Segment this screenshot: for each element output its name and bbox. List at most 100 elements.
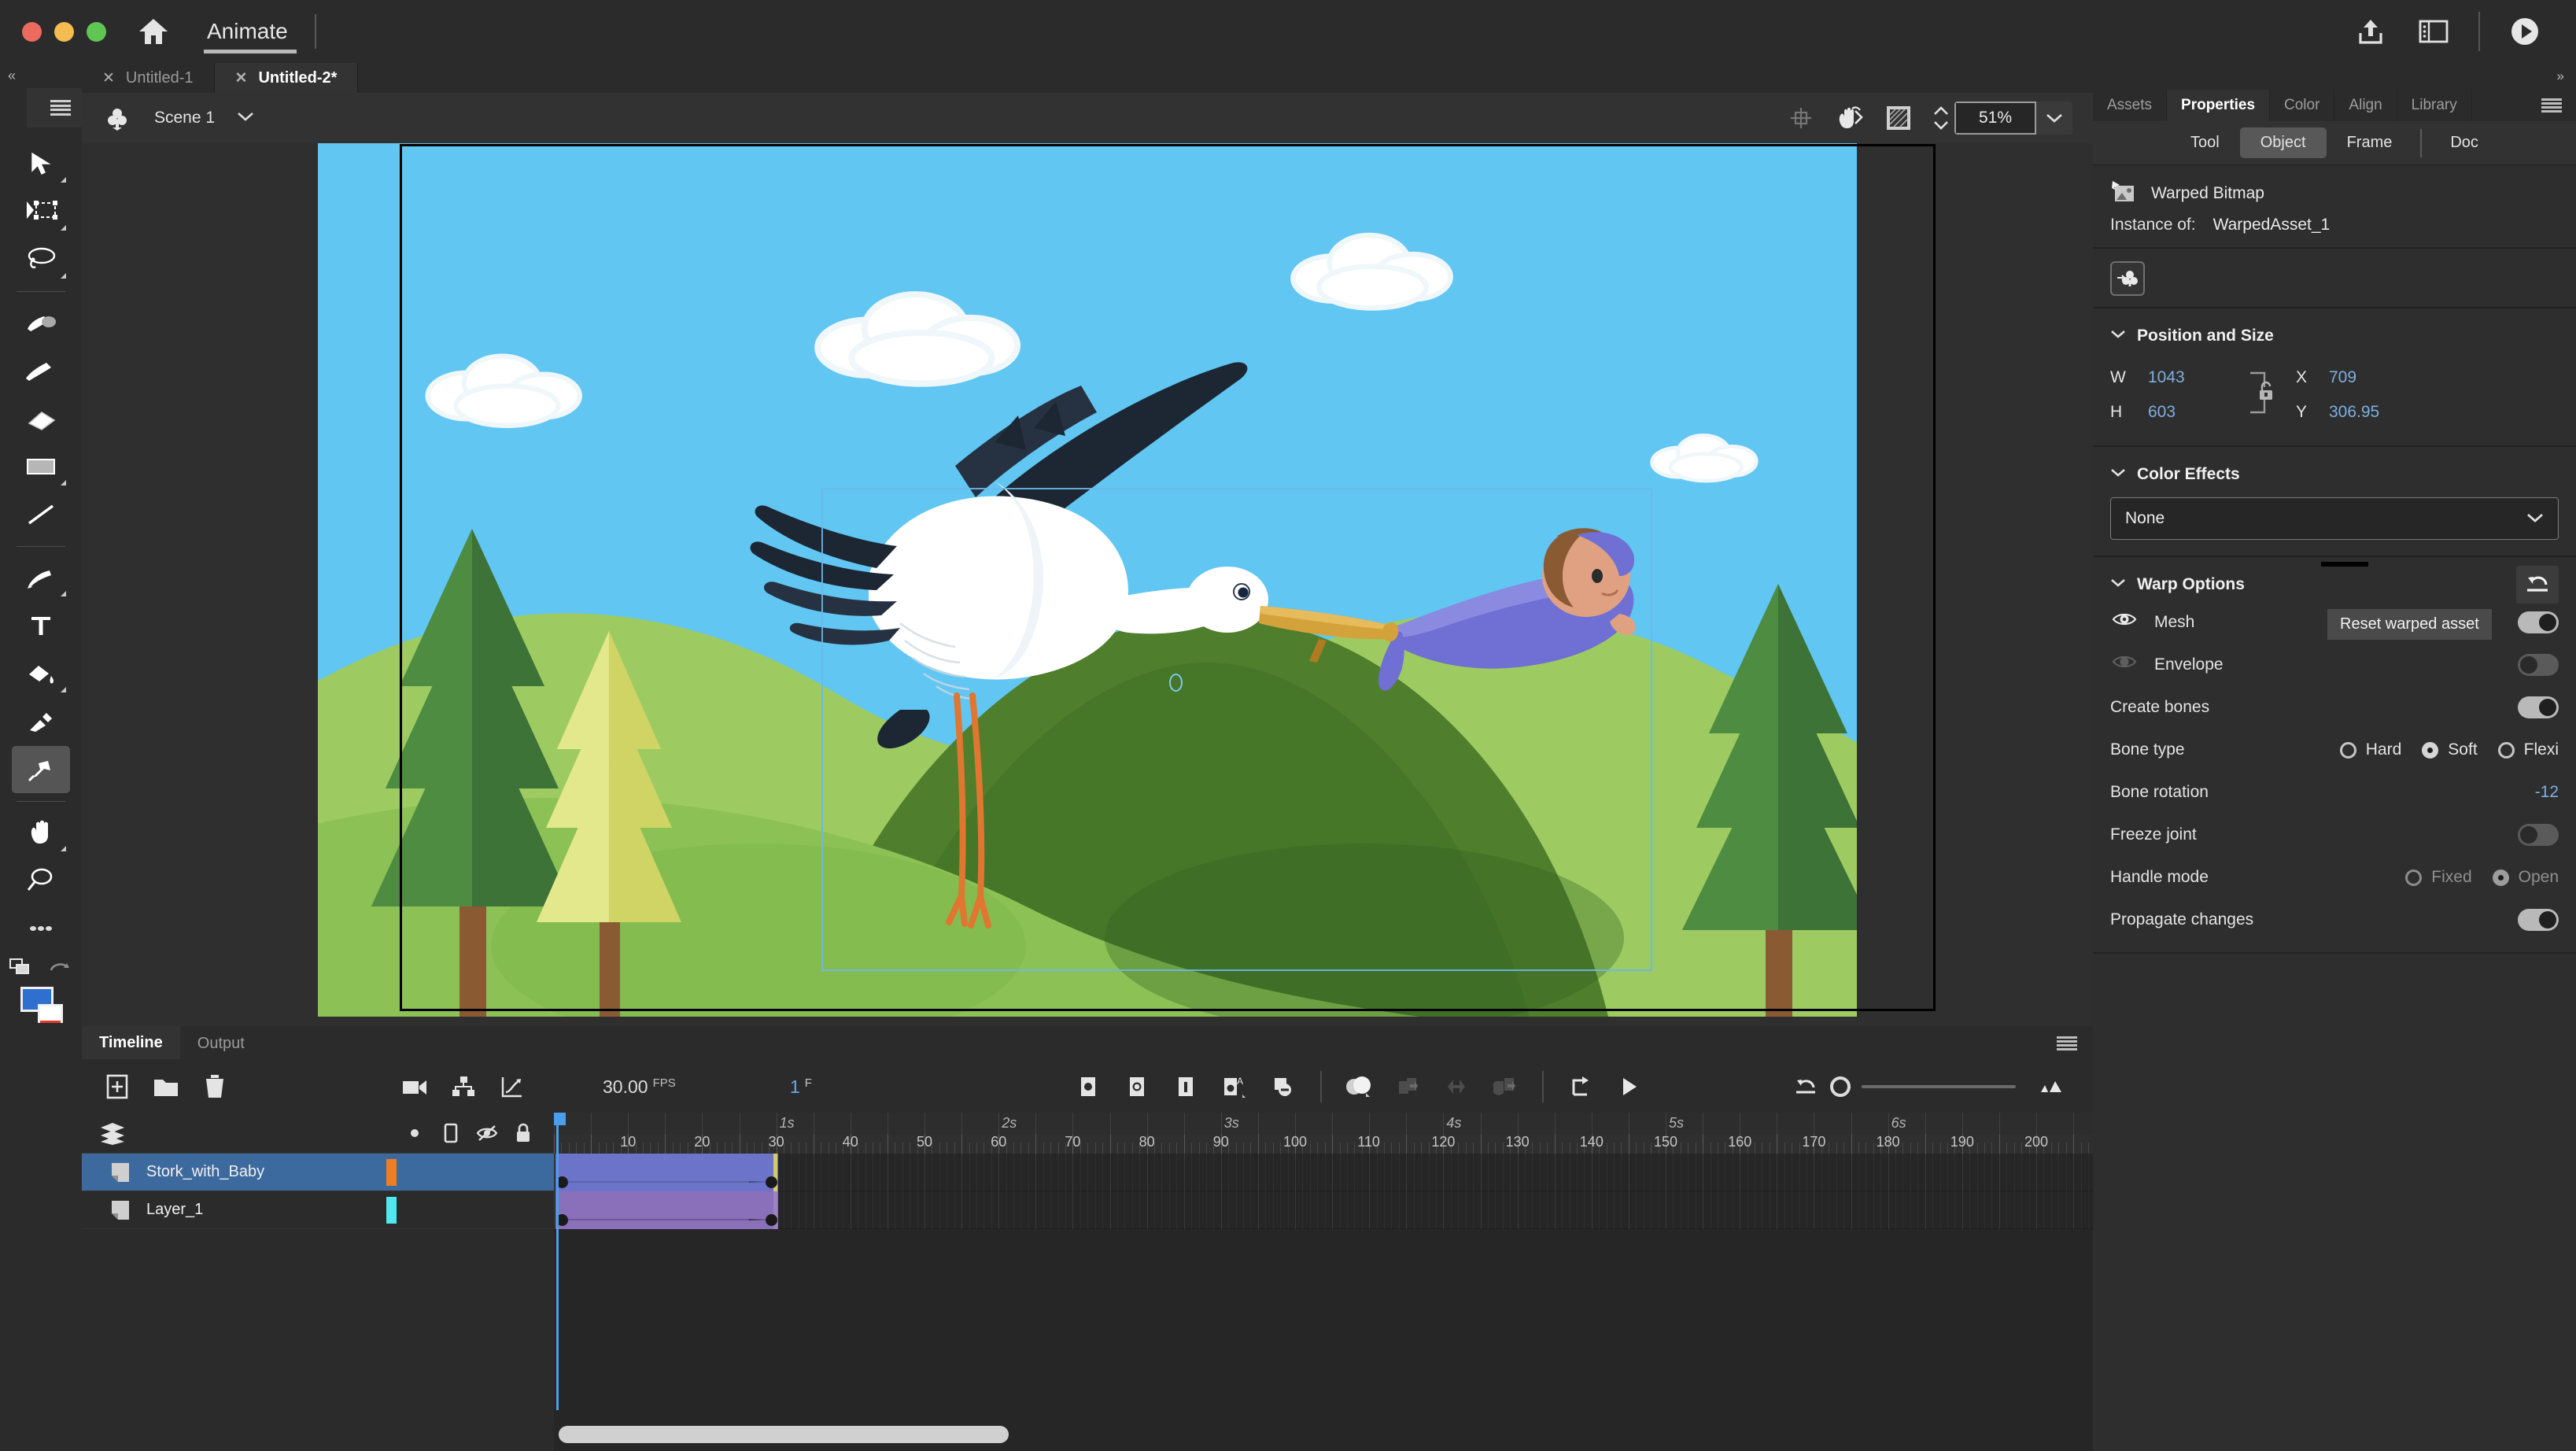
- insert-frame-icon[interactable]: [1161, 1066, 1210, 1107]
- text-tool[interactable]: [12, 602, 70, 649]
- document-tab-untitled-1[interactable]: ✕ Untitled-1: [82, 63, 215, 93]
- freeze-joint-toggle[interactable]: [2518, 824, 2559, 846]
- insert-blank-keyframe-icon[interactable]: [1113, 1066, 1161, 1107]
- envelope-toggle[interactable]: [2518, 654, 2559, 676]
- free-transform-tool[interactable]: [12, 188, 70, 235]
- layer-name[interactable]: Stork_with_Baby: [146, 1163, 264, 1181]
- height-value[interactable]: 603: [2148, 403, 2250, 422]
- tab-library[interactable]: Library: [2397, 90, 2472, 121]
- y-value[interactable]: 306.95: [2329, 403, 2379, 422]
- handle-mode-open[interactable]: Open: [2492, 868, 2559, 887]
- panel-menu-button[interactable]: [2541, 90, 2576, 121]
- radio-button[interactable]: [2339, 741, 2356, 759]
- eye-visible-icon[interactable]: [2112, 610, 2137, 635]
- eraser-tool[interactable]: [12, 395, 70, 442]
- pen-tool[interactable]: [12, 554, 70, 601]
- tab-properties[interactable]: Properties: [2167, 90, 2271, 121]
- bone-type-hard[interactable]: Hard: [2339, 740, 2401, 759]
- center-stage-icon[interactable]: [1777, 99, 1825, 137]
- subtab-object[interactable]: Object: [2239, 127, 2327, 158]
- maximize-window-button[interactable]: [87, 21, 106, 42]
- timeline-horizontal-scrollbar[interactable]: [554, 1426, 2093, 1443]
- selection-tool[interactable]: [12, 140, 70, 187]
- clip-content-icon[interactable]: [1874, 99, 1923, 137]
- position-size-header[interactable]: Position and Size: [2093, 319, 2576, 353]
- eyedropper-tool[interactable]: [12, 698, 70, 745]
- timeline-tracks[interactable]: 10 20 30 40 50 60 70 80 90 100 110 120 130 140 150 160 1…: [554, 1113, 2305, 1451]
- layer-name[interactable]: Layer_1: [146, 1201, 203, 1219]
- line-tool[interactable]: [12, 491, 70, 538]
- camera-icon[interactable]: [390, 1066, 439, 1107]
- scene-name[interactable]: Scene 1: [154, 109, 215, 127]
- radio-button[interactable]: [2422, 741, 2439, 759]
- more-tools[interactable]: [12, 905, 70, 952]
- tab-assets[interactable]: Assets: [2093, 90, 2168, 121]
- close-icon[interactable]: ✕: [102, 69, 115, 87]
- tab-color[interactable]: Color: [2270, 90, 2335, 121]
- zoom-value[interactable]: 51%: [1954, 102, 2036, 135]
- empty-frames[interactable]: [554, 1154, 2305, 1191]
- layer-color-swatch[interactable]: [386, 1196, 397, 1224]
- lock-layers-icon[interactable]: [505, 1120, 541, 1146]
- color-effects-header[interactable]: Color Effects: [2093, 458, 2576, 491]
- reset-warped-asset-button[interactable]: [2516, 566, 2559, 604]
- reset-timeline-icon[interactable]: [1781, 1066, 1830, 1107]
- subtab-tool[interactable]: Tool: [2170, 127, 2240, 158]
- current-frame-value[interactable]: 1: [790, 1076, 800, 1098]
- toggle-switch[interactable]: [2518, 909, 2559, 931]
- subtab-frame[interactable]: Frame: [2327, 127, 2413, 158]
- bone-rotation-value[interactable]: -12: [2535, 783, 2559, 802]
- zoom-control[interactable]: 51%: [1954, 102, 2072, 135]
- graph-editor-icon[interactable]: [488, 1066, 537, 1107]
- document-tab-untitled-2[interactable]: ✕ Untitled-2*: [214, 63, 359, 93]
- propagate-changes-row[interactable]: Propagate changes: [2093, 899, 2576, 941]
- rotate-stage-icon[interactable]: [1825, 99, 1874, 137]
- timeline-menu-button[interactable]: [2057, 1026, 2077, 1061]
- chevron-down-icon[interactable]: [2036, 102, 2072, 135]
- onion-range-knob[interactable]: [1830, 1076, 1851, 1097]
- swap-colors-icon[interactable]: [9, 958, 35, 980]
- subtab-doc[interactable]: Doc: [2430, 127, 2499, 158]
- freeze-joint-row[interactable]: Freeze joint: [2093, 814, 2576, 856]
- insert-keyframe-icon[interactable]: [1064, 1066, 1113, 1107]
- mesh-toggle[interactable]: [2518, 611, 2559, 633]
- frame-span[interactable]: [555, 1154, 778, 1191]
- toggle-switch[interactable]: [2518, 611, 2559, 633]
- drag-handle[interactable]: [2321, 562, 2368, 567]
- layer-color-swatch[interactable]: [386, 1158, 397, 1186]
- track-row-stork[interactable]: [554, 1154, 2305, 1191]
- onion-range-slider[interactable]: [1862, 1085, 2016, 1088]
- radio-button[interactable]: [2492, 869, 2509, 886]
- play-test-icon[interactable]: [2507, 13, 2543, 50]
- warp-handle-icon[interactable]: [1169, 674, 1183, 692]
- propagate-changes-toggle[interactable]: [2518, 909, 2559, 931]
- swap-symbol-button[interactable]: [2110, 261, 2145, 296]
- frame-view-icon[interactable]: [2027, 1066, 2076, 1107]
- parenting-view-icon[interactable]: [439, 1066, 488, 1107]
- add-layer-icon[interactable]: [93, 1066, 142, 1107]
- record-dot-icon[interactable]: [397, 1120, 433, 1146]
- onion-outline-icon[interactable]: [1383, 1066, 1432, 1107]
- tab-align[interactable]: Align: [2334, 90, 2397, 121]
- hand-tool[interactable]: [12, 809, 70, 856]
- brush-tool[interactable]: [12, 299, 70, 346]
- chevron-down-icon[interactable]: [2526, 509, 2544, 528]
- handle-mode-fixed[interactable]: Fixed: [2405, 868, 2472, 887]
- unlock-aspect-icon[interactable]: [2246, 364, 2291, 422]
- play-icon[interactable]: [1605, 1066, 1654, 1107]
- window-controls[interactable]: [22, 21, 106, 42]
- chevron-down-icon[interactable]: [237, 111, 254, 126]
- lasso-tool[interactable]: [12, 236, 70, 283]
- radio-button[interactable]: [2405, 869, 2423, 886]
- expand-panels-icon[interactable]: »: [2557, 68, 2565, 84]
- stroke-color-swatch[interactable]: [38, 1004, 63, 1023]
- minimize-window-button[interactable]: [54, 21, 74, 42]
- delete-layer-icon[interactable]: [190, 1066, 239, 1107]
- edit-symbols-icon[interactable]: [101, 102, 134, 135]
- chevron-down-icon[interactable]: [2110, 578, 2126, 592]
- stack-layers-icon[interactable]: [99, 1121, 126, 1145]
- create-bones-row[interactable]: Create bones: [2093, 686, 2576, 729]
- fill-stroke-swatches[interactable]: [19, 987, 63, 1028]
- zoom-tool[interactable]: [12, 857, 70, 904]
- layer-row-stork[interactable]: Stork_with_Baby: [82, 1154, 554, 1191]
